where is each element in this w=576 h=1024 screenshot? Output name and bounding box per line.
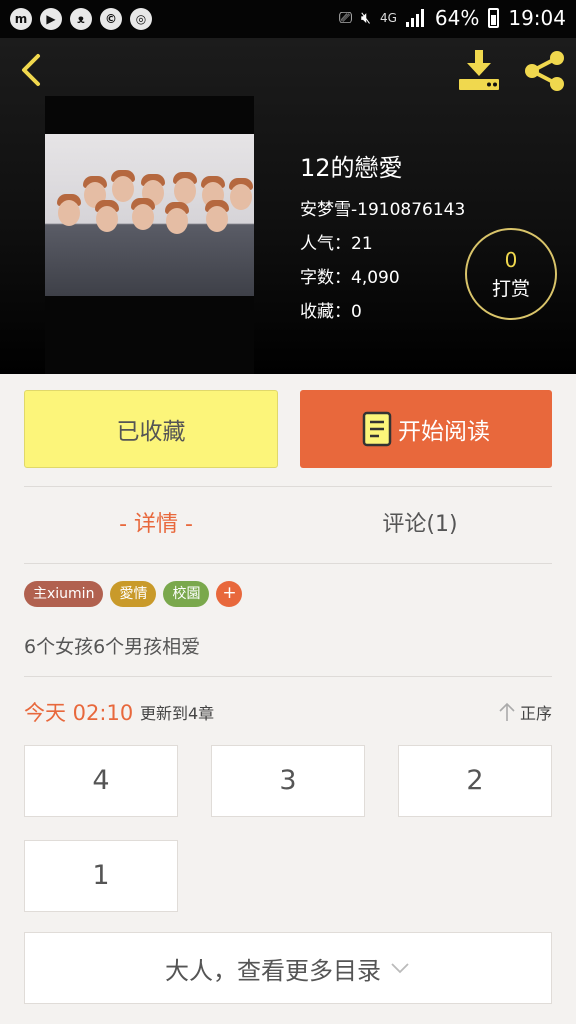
start-reading-label: 开始阅读 [398,419,490,445]
chrome-icon: ◎ [130,8,152,30]
download-icon[interactable] [456,48,502,92]
tag-list: 主xiumin 愛情 校園 + [24,581,243,607]
chapter-item[interactable]: 2 [398,745,552,817]
book-cover[interactable] [45,96,254,374]
tag-item[interactable]: 校園 [163,581,210,607]
tag-item[interactable]: 愛情 [110,581,157,607]
update-time: 今天 02:10 [24,701,134,725]
sort-order-label: 正序 [519,704,552,723]
book-header: 12的戀愛 安梦雪-1910876143 人气：21 字数：4,090 收藏：0… [0,38,576,374]
book-favorites: 收藏：0 [300,302,362,322]
back-arrow-icon[interactable] [14,52,50,88]
chapter-item[interactable]: 3 [211,745,365,817]
favorite-label: 已收藏 [116,419,186,445]
add-tag-button[interactable]: + [216,581,243,607]
clock: 19:04 [508,6,566,30]
cover-photo [45,134,254,296]
m-app-icon: m [10,8,32,30]
status-bar: m ▶ ᴥ © ◎ ⎚ 🔇︎ 4G 64% 19:04 [0,0,576,38]
battery-percent: 64% [434,6,480,30]
book-author: 安梦雪-1910876143 [300,200,466,220]
more-catalog-button[interactable]: 大人，查看更多目录 [24,932,552,1004]
arrow-up-icon [499,702,515,721]
cast-icon: ⎚ [339,8,352,27]
divider [24,676,552,677]
update-text: 更新到4章 [140,704,215,723]
chapter-item[interactable]: 4 [24,745,178,817]
c-app-icon: © [100,8,122,30]
divider [24,486,552,487]
chapter-item[interactable]: 1 [24,840,178,912]
sort-order-toggle[interactable]: 正序 [498,700,552,724]
chevron-down-icon [391,963,409,974]
book-popularity: 人气：21 [300,234,373,254]
tab-comment[interactable]: 评论(1) [288,506,552,538]
cat-icon: ᴥ [70,8,92,30]
signal-icon [405,9,426,27]
network-type: 4G [379,11,397,25]
tab-detail[interactable]: - 详情 - [24,506,288,538]
start-reading-button[interactable]: 开始阅读 [300,390,552,468]
book-title: 12的戀愛 [300,154,403,182]
tip-button[interactable]: 0 打赏 [465,228,557,320]
tip-count: 0 [504,248,518,272]
tag-item[interactable]: 主xiumin [24,581,104,607]
divider [24,563,552,564]
book-word-count: 字数：4,090 [300,268,400,288]
book-description: 6个女孩6个男孩相爱 [24,636,201,658]
book-icon [362,411,392,447]
share-icon[interactable] [522,50,568,92]
favorite-button[interactable]: 已收藏 [24,390,278,468]
tip-label: 打赏 [491,278,530,300]
youtube-icon: ▶ [40,8,62,30]
battery-icon [488,8,500,28]
mute-icon: 🔇︎ [360,8,371,27]
more-catalog-label: 大人，查看更多目录 [165,956,381,985]
